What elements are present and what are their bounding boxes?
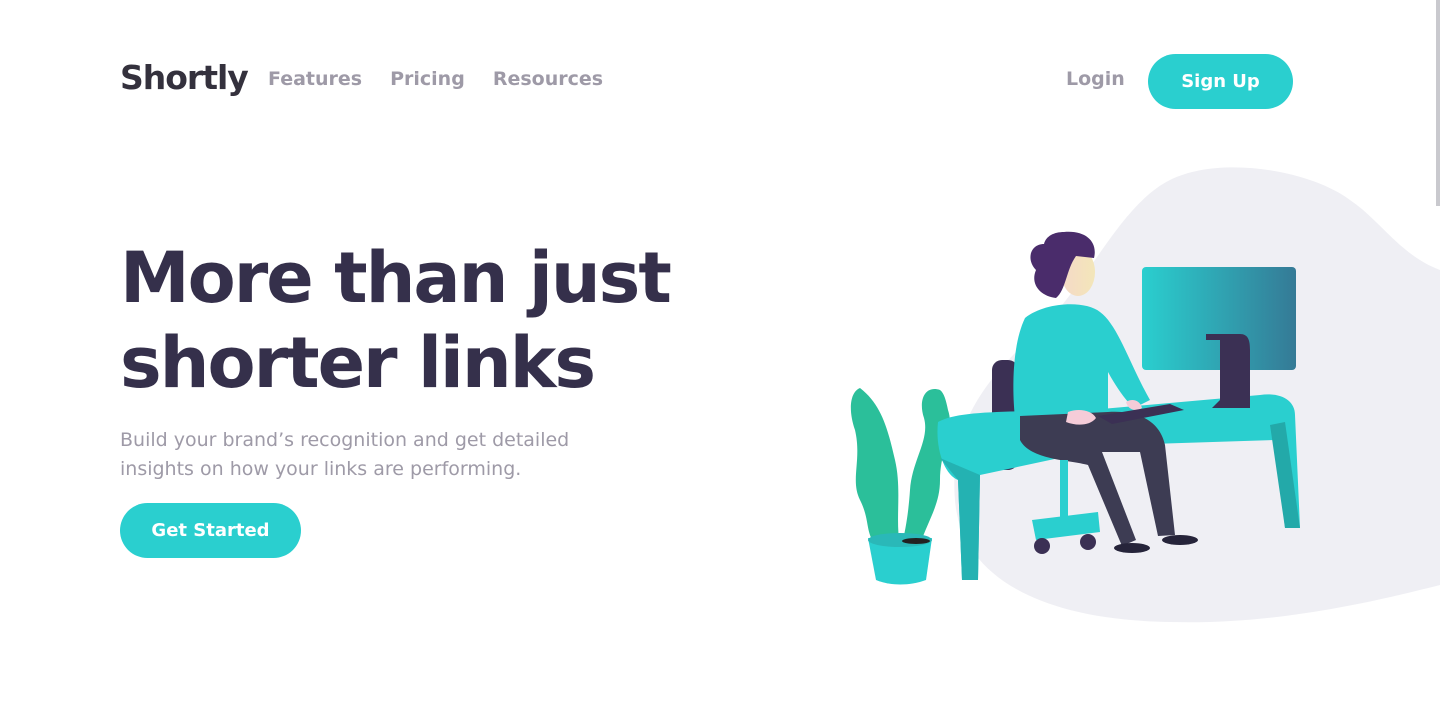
logo[interactable]: Shortly (120, 58, 249, 97)
plant-leaf-back (850, 388, 900, 545)
get-started-button[interactable]: Get Started (120, 503, 301, 558)
monitor-screen (1142, 267, 1296, 370)
chair-post (1060, 460, 1068, 520)
site-header: Shortly Features Pricing Resources Login… (120, 54, 1293, 109)
chair-wheel (1034, 538, 1050, 554)
chair-wheel-2 (1080, 534, 1096, 550)
hero-subtitle: Build your brand’s recognition and get d… (120, 429, 570, 480)
login-link[interactable]: Login (1066, 68, 1125, 90)
nav-link-pricing[interactable]: Pricing (390, 68, 465, 90)
plant-leaf-front (902, 389, 950, 545)
desk-front-edge (940, 458, 980, 580)
signup-button[interactable]: Sign Up (1148, 54, 1293, 109)
main-nav: Features Pricing Resources (268, 68, 603, 90)
nav-link-features[interactable]: Features (268, 68, 362, 90)
plant-pot-soil (902, 538, 930, 544)
page-scrollbar[interactable] (1436, 0, 1440, 206)
person-shoe-2 (1162, 535, 1198, 545)
person-shoe (1114, 543, 1150, 553)
nav-link-resources[interactable]: Resources (493, 68, 603, 90)
person-working-at-desk-illustration (840, 160, 1440, 630)
hero-title: More than just shorter links (120, 237, 672, 404)
